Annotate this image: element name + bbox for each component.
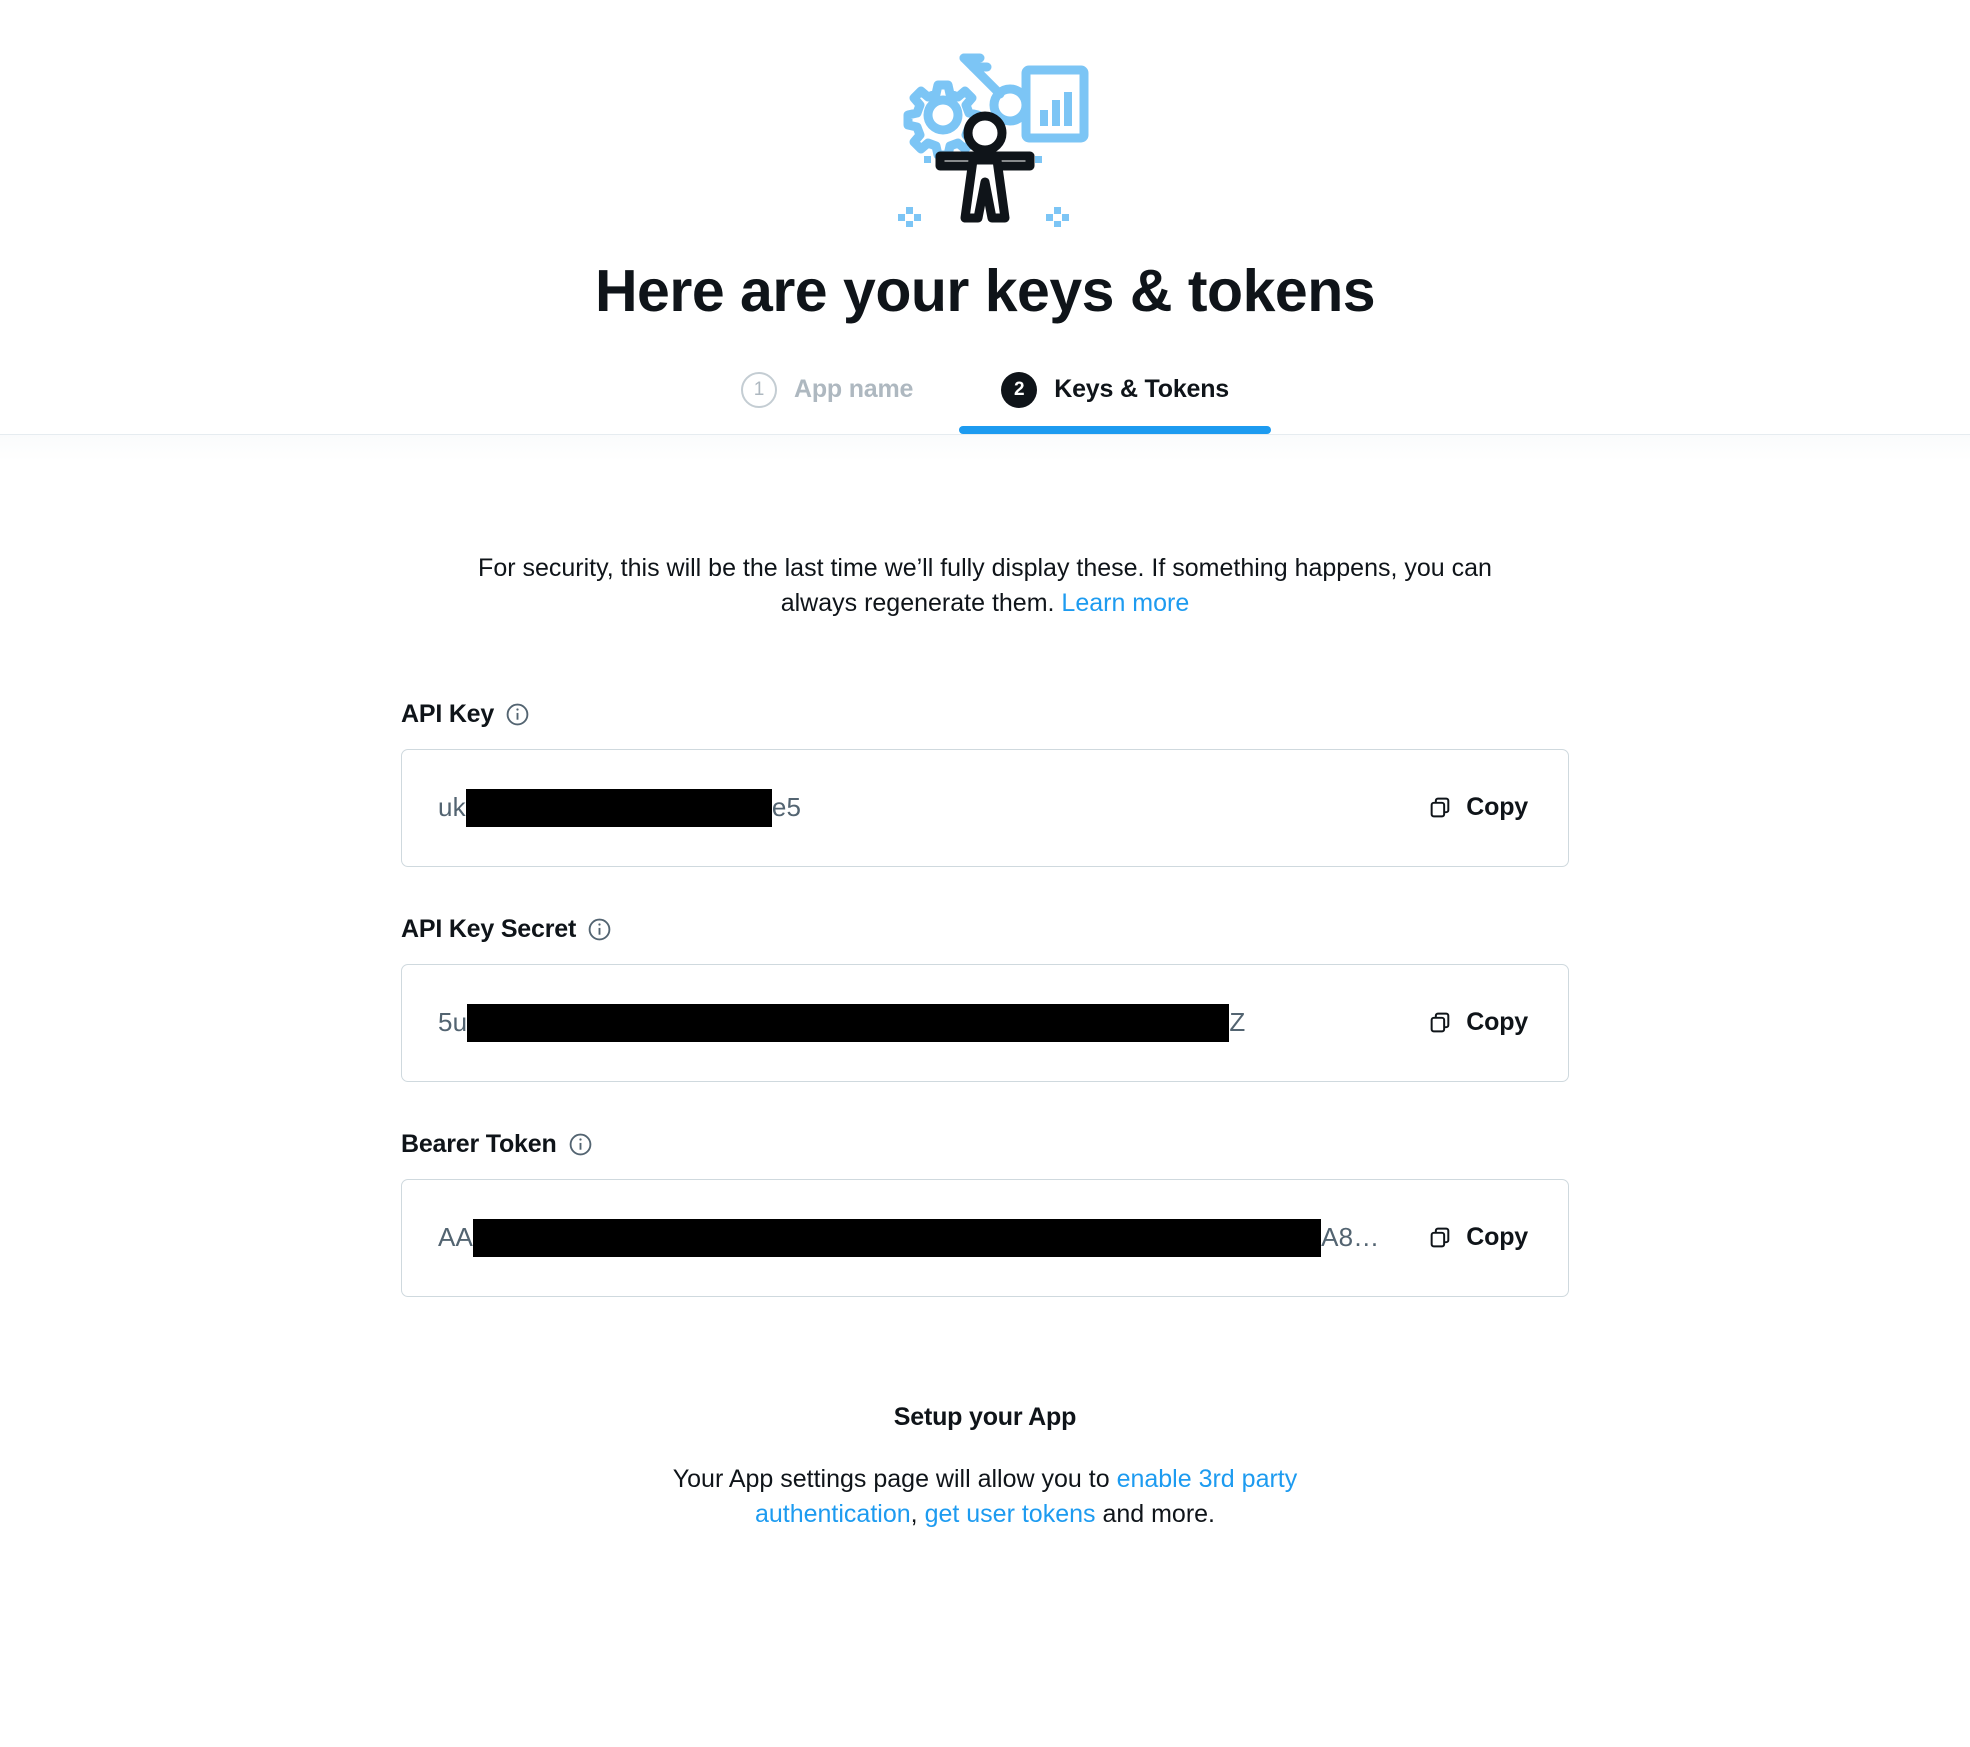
- value-prefix: uk: [438, 792, 466, 823]
- stepper-wrap: 1 App name 2 Keys & Tokens: [0, 371, 1970, 461]
- copy-button-label: Copy: [1466, 1223, 1528, 1252]
- field-box-bearer-token[interactable]: AA A8… Copy: [401, 1178, 1569, 1297]
- copy-button-bearer-token[interactable]: Copy: [1426, 1217, 1530, 1258]
- copy-button-label: Copy: [1466, 793, 1528, 822]
- footer-text-part2: ,: [910, 1500, 925, 1529]
- field-api-key: API Key uk e5 Copy: [401, 700, 1569, 867]
- main-content: For security, this will be the last time…: [401, 461, 1569, 1613]
- field-label-text: API Key: [401, 699, 495, 728]
- value-prefix: 5u: [438, 1007, 468, 1038]
- active-tab-underline: [959, 425, 1272, 434]
- field-label-api-key-secret: API Key Secret: [401, 915, 1569, 944]
- copy-icon: [1428, 1010, 1453, 1035]
- copy-button-api-key[interactable]: Copy: [1426, 787, 1530, 828]
- field-api-key-secret: API Key Secret 5u Z Copy: [401, 915, 1569, 1082]
- info-circle-icon[interactable]: [568, 1132, 593, 1157]
- field-box-api-key-secret[interactable]: 5u Z Copy: [401, 963, 1569, 1082]
- value-prefix: AA: [438, 1222, 474, 1253]
- step-label-app-name: App name: [793, 375, 914, 404]
- field-label-bearer-token: Bearer Token: [401, 1130, 1569, 1159]
- field-value-bearer-token: AA A8…: [438, 1218, 1380, 1257]
- developer-portal-illustration: [898, 53, 1089, 227]
- copy-icon: [1428, 795, 1453, 820]
- field-label-text: Bearer Token: [401, 1129, 557, 1158]
- security-notice: For security, this will be the last time…: [405, 551, 1565, 622]
- field-label-text: API Key Secret: [401, 914, 577, 943]
- field-value-api-key-secret: 5u Z: [438, 1003, 1246, 1042]
- security-notice-text: For security, this will be the last time…: [478, 553, 1492, 618]
- redaction-bar: [467, 1003, 1230, 1042]
- chart-icon: [1021, 65, 1089, 143]
- field-bearer-token: Bearer Token AA A8… Copy: [401, 1130, 1569, 1297]
- header-shadow: [0, 434, 1970, 461]
- page-title: Here are your keys & tokens: [594, 258, 1376, 324]
- hero-illustration-container: [0, 0, 1970, 227]
- setup-app-footer: Setup your App Your App settings page wi…: [401, 1403, 1569, 1613]
- value-suffix: e5: [771, 792, 802, 823]
- setup-app-text: Your App settings page will allow you to…: [595, 1462, 1375, 1533]
- get-user-tokens-link[interactable]: get user tokens: [925, 1500, 1096, 1528]
- step-label-keys-and-tokens: Keys & Tokens: [1054, 375, 1230, 404]
- field-box-api-key[interactable]: uk e5 Copy: [401, 748, 1569, 867]
- value-suffix: A8…: [1321, 1222, 1380, 1253]
- copy-button-label: Copy: [1466, 1008, 1528, 1037]
- info-circle-icon[interactable]: [587, 917, 612, 942]
- redaction-bar: [465, 788, 772, 827]
- step-badge-2: 2: [1001, 371, 1038, 408]
- setup-app-title: Setup your App: [893, 1402, 1077, 1431]
- credential-fields: API Key uk e5 Copy API Key Secret 5u Z C…: [401, 700, 1569, 1297]
- learn-more-link[interactable]: Learn more: [1061, 589, 1189, 617]
- redaction-bar: [473, 1218, 1322, 1257]
- keys-and-tokens-page: Here are your keys & tokens 1 App name 2…: [0, 0, 1970, 1747]
- field-label-api-key: API Key: [401, 700, 1569, 729]
- value-suffix: Z: [1229, 1007, 1246, 1038]
- step-tabs: 1 App name 2 Keys & Tokens: [0, 371, 1970, 434]
- field-value-api-key: uk e5: [438, 788, 802, 827]
- footer-text-part3: and more.: [1095, 1500, 1216, 1529]
- step-badge-1: 1: [740, 371, 777, 408]
- copy-icon: [1428, 1225, 1453, 1250]
- info-circle-icon[interactable]: [505, 702, 530, 727]
- copy-button-api-key-secret[interactable]: Copy: [1426, 1002, 1530, 1043]
- tab-keys-and-tokens[interactable]: 2 Keys & Tokens: [957, 371, 1273, 434]
- footer-text-part1: Your App settings page will allow you to: [672, 1464, 1117, 1493]
- tab-app-name[interactable]: 1 App name: [697, 371, 957, 434]
